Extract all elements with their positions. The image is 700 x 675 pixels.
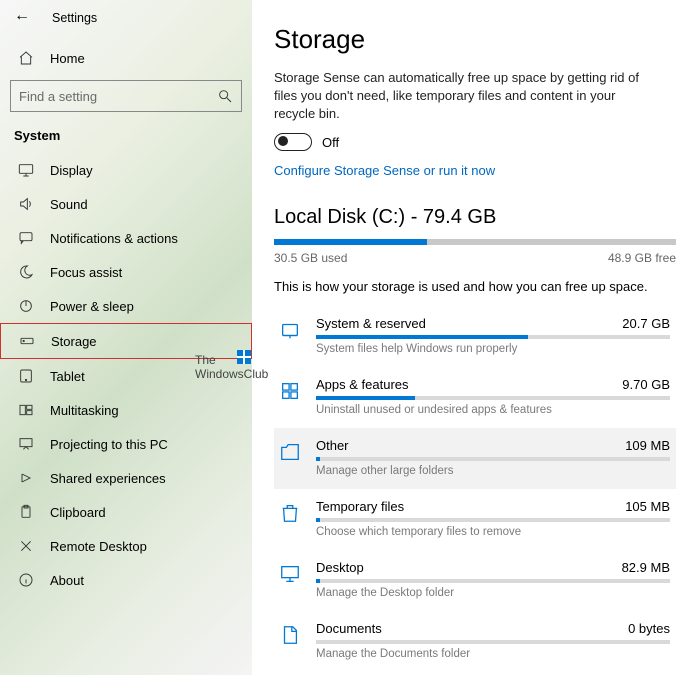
nav-list: Display Sound Notifications & actions Fo… (0, 153, 252, 675)
back-button[interactable]: ← (14, 8, 34, 28)
nav-label: Display (50, 163, 93, 178)
sound-icon (18, 196, 34, 212)
nav-label: Power & sleep (50, 299, 134, 314)
category-sub: Uninstall unused or undesired apps & fea… (316, 404, 670, 416)
system-icon (278, 318, 302, 342)
search-icon (217, 88, 233, 104)
search-input[interactable] (10, 80, 242, 112)
category-row[interactable]: Temporary files 105 MB Choose which tempor… (274, 489, 676, 550)
disk-bar-fill (274, 239, 427, 245)
section-label: System (0, 126, 252, 153)
category-name: Documents (316, 621, 382, 636)
sidebar-item-display[interactable]: Display (0, 153, 252, 187)
nav-label: About (50, 573, 84, 588)
category-sub: Choose which temporary files to remove (316, 526, 670, 538)
category-row[interactable]: Apps & features 9.70 GB Uninstall unused o… (274, 367, 676, 428)
disk-title: Local Disk (C:) - 79.4 GB (274, 206, 676, 229)
category-sub: System files help Windows run properly (316, 343, 670, 355)
search-field[interactable] (19, 89, 217, 104)
category-size: 109 MB (625, 438, 670, 453)
sense-description: Storage Sense can automatically free up … (274, 69, 654, 123)
category-bar (316, 579, 670, 583)
disk-bar (274, 239, 676, 245)
sense-toggle[interactable] (274, 133, 312, 151)
remote-icon (18, 538, 34, 554)
nav-label: Multitasking (50, 403, 119, 418)
sidebar-item-clipboard[interactable]: Clipboard (0, 495, 252, 529)
category-row[interactable]: Documents 0 bytes Manage the Documents fol… (274, 611, 676, 672)
sidebar-item-sound[interactable]: Sound (0, 187, 252, 221)
display-icon (18, 162, 34, 178)
share-icon (18, 470, 34, 486)
sidebar-item-projecting[interactable]: Projecting to this PC (0, 427, 252, 461)
category-bar (316, 396, 670, 400)
nav-label: Shared experiences (50, 471, 166, 486)
monitor-icon (278, 562, 302, 586)
category-sub: Manage the Desktop folder (316, 587, 670, 599)
category-name: Desktop (316, 560, 364, 575)
nav-label: Storage (51, 334, 97, 349)
sidebar-item-about[interactable]: About (0, 563, 252, 597)
sidebar-item-notifications[interactable]: Notifications & actions (0, 221, 252, 255)
nav-label: Tablet (50, 369, 85, 384)
trash-icon (278, 501, 302, 525)
disk-free: 48.9 GB free (608, 251, 676, 265)
category-row[interactable]: Other 109 MB Manage other large folders (274, 428, 676, 489)
nav-label: Sound (50, 197, 88, 212)
category-name: Other (316, 438, 349, 453)
project-icon (18, 436, 34, 452)
category-size: 9.70 GB (622, 377, 670, 392)
app-title: Settings (52, 11, 97, 25)
sidebar-item-remote[interactable]: Remote Desktop (0, 529, 252, 563)
category-size: 0 bytes (628, 621, 670, 636)
category-size: 20.7 GB (622, 316, 670, 331)
wm-line1: The (195, 353, 268, 367)
category-size: 82.9 MB (622, 560, 670, 575)
disk-desc: This is how your storage is used and how… (274, 279, 676, 294)
sidebar-item-focus-assist[interactable]: Focus assist (0, 255, 252, 289)
configure-link[interactable]: Configure Storage Sense or run it now (274, 163, 676, 178)
power-icon (18, 298, 34, 314)
category-bar (316, 457, 670, 461)
nav-label: Focus assist (50, 265, 122, 280)
document-icon (278, 623, 302, 647)
sidebar-home[interactable]: Home (0, 40, 252, 76)
nav-label: Notifications & actions (50, 231, 178, 246)
watermark-text: The WindowsClub (195, 353, 268, 381)
category-size: 105 MB (625, 499, 670, 514)
chat-icon (18, 230, 34, 246)
category-row[interactable]: System & reserved 20.7 GB System files hel… (274, 306, 676, 367)
category-sub: Manage other large folders (316, 465, 670, 477)
home-icon (18, 50, 34, 66)
category-name: Apps & features (316, 377, 409, 392)
wm-line2: WindowsClub (195, 367, 268, 381)
multitask-icon (18, 402, 34, 418)
category-bar (316, 640, 670, 644)
sidebar: ← Settings Home System Display Sound Not… (0, 0, 252, 675)
tablet-icon (18, 368, 34, 384)
toggle-state: Off (322, 135, 339, 150)
home-label: Home (50, 51, 85, 66)
info-icon (18, 572, 34, 588)
moon-icon (18, 264, 34, 280)
storage-icon (19, 333, 35, 349)
page-title: Storage (274, 24, 676, 55)
main-content: Storage Storage Sense can automatically … (252, 0, 700, 675)
category-row[interactable]: Desktop 82.9 MB Manage the Desktop folder (274, 550, 676, 611)
disk-used: 30.5 GB used (274, 251, 347, 265)
sidebar-item-multitasking[interactable]: Multitasking (0, 393, 252, 427)
apps-icon (278, 379, 302, 403)
category-bar (316, 518, 670, 522)
category-name: System & reserved (316, 316, 426, 331)
nav-label: Clipboard (50, 505, 106, 520)
category-bar (316, 335, 670, 339)
nav-label: Remote Desktop (50, 539, 147, 554)
nav-label: Projecting to this PC (50, 437, 168, 452)
category-sub: Manage the Documents folder (316, 648, 670, 660)
category-name: Temporary files (316, 499, 404, 514)
sidebar-item-power-sleep[interactable]: Power & sleep (0, 289, 252, 323)
clipboard-icon (18, 504, 34, 520)
folder-icon (278, 440, 302, 464)
sidebar-item-shared[interactable]: Shared experiences (0, 461, 252, 495)
